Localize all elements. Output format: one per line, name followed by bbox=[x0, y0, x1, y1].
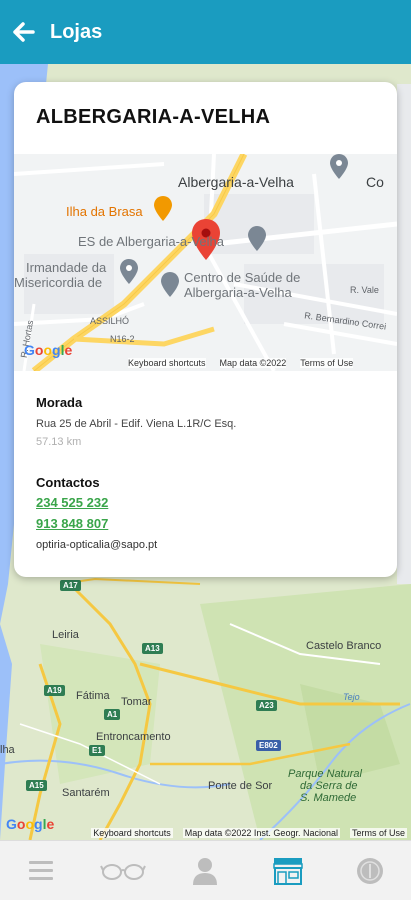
road-shield-a23: A23 bbox=[256, 700, 277, 711]
map-label-tomar: Tomar bbox=[121, 696, 152, 708]
map-label-co: Co bbox=[366, 174, 384, 190]
address-label: Morada bbox=[36, 395, 83, 410]
store-icon bbox=[272, 857, 303, 885]
map-label-irmandade-2: Misericordia de bbox=[14, 275, 103, 290]
map-label-centro-2: Albergaria-a-Velha bbox=[184, 285, 292, 300]
store-name: ALBERGARIA-A-VELHA bbox=[36, 106, 271, 128]
terms-of-use-link[interactable]: Terms of Use bbox=[300, 358, 354, 368]
distance-text: 57.13 km bbox=[36, 436, 82, 448]
contacts-label: Contactos bbox=[36, 475, 100, 490]
terms-of-use-link[interactable]: Terms of Use bbox=[349, 828, 407, 838]
map-label-n162: N16-2 bbox=[110, 334, 135, 344]
map-label-parque-1: Parque Natural bbox=[288, 768, 362, 780]
map-label-es: ES de Albergaria-a-Velha bbox=[78, 234, 224, 249]
map-label-r-vale: R. Vale bbox=[350, 285, 379, 295]
map-label-leiria: Leiria bbox=[52, 629, 79, 641]
map-label-santarem: Santarém bbox=[62, 787, 110, 799]
road-shield-e1: E1 bbox=[89, 745, 105, 756]
app-header: Lojas bbox=[0, 0, 411, 64]
store-map-footer: Keyboard shortcuts Map data ©2022 Terms … bbox=[14, 355, 397, 371]
nav-menu[interactable] bbox=[11, 841, 71, 900]
map-label-tejo: Tejo bbox=[343, 692, 360, 702]
background-map-footer: Keyboard shortcuts Map data ©2022 Inst. … bbox=[0, 826, 411, 840]
page-title: Lojas bbox=[50, 20, 103, 43]
store-location-map[interactable]: Albergaria-a-Velha Co Ilha da Brasa ES d… bbox=[14, 154, 397, 371]
phone-link-1[interactable]: 234 525 232 bbox=[36, 495, 108, 510]
nav-stores[interactable] bbox=[258, 841, 318, 900]
nav-profile[interactable] bbox=[175, 841, 235, 900]
map-label-irmandade-1: Irmandade da bbox=[26, 260, 107, 275]
glasses-icon bbox=[100, 863, 147, 880]
map-label-centro-1: Centro de Saúde de bbox=[184, 270, 301, 285]
road-shield-a19: A19 bbox=[44, 685, 65, 696]
phone-link-2[interactable]: 913 848 807 bbox=[36, 516, 108, 531]
email-text[interactable]: optiria-opticalia@sapo.pt bbox=[36, 539, 157, 551]
map-label-town: Albergaria-a-Velha bbox=[178, 174, 294, 190]
road-shield-e802: E802 bbox=[256, 740, 281, 751]
map-label-entroncamento: Entroncamento bbox=[96, 731, 171, 743]
map-label-fatima: Fátima bbox=[76, 690, 110, 702]
coin-icon bbox=[356, 857, 383, 884]
map-label-castelo-branco: Castelo Branco bbox=[306, 640, 382, 652]
road-shield-a17: A17 bbox=[60, 580, 81, 591]
map-label-ilha-da-brasa: Ilha da Brasa bbox=[66, 204, 143, 219]
map-label-lha: lha bbox=[0, 744, 15, 756]
road-shield-a1: A1 bbox=[104, 709, 121, 720]
nav-points[interactable] bbox=[340, 841, 400, 900]
keyboard-shortcuts-link[interactable]: Keyboard shortcuts bbox=[91, 828, 173, 838]
map-label-parque-3: S. Mamede bbox=[300, 792, 357, 804]
menu-icon bbox=[29, 860, 54, 880]
arrow-left-icon bbox=[13, 22, 35, 42]
bottom-navigation bbox=[0, 840, 411, 900]
address-text: Rua 25 de Abril - Edif. Viena L.1R/C Esq… bbox=[36, 418, 237, 430]
road-shield-a13: A13 bbox=[142, 643, 163, 654]
map-label-parque-2: da Serra de bbox=[300, 780, 358, 792]
back-button[interactable] bbox=[0, 0, 48, 64]
map-data-text: Map data ©2022 Inst. Geogr. Nacional bbox=[182, 828, 340, 838]
keyboard-shortcuts-link[interactable]: Keyboard shortcuts bbox=[128, 358, 206, 368]
user-icon bbox=[193, 857, 218, 885]
map-label-assilho: ASSILHÓ bbox=[90, 316, 130, 326]
map-data-text: Map data ©2022 bbox=[219, 358, 287, 368]
road-shield-a15: A15 bbox=[26, 780, 47, 791]
map-label-ponte-de-sor: Ponte de Sor bbox=[208, 780, 273, 792]
store-card: ALBERGARIA-A-VELHA Albergaria-a-Velha Co… bbox=[14, 82, 397, 577]
nav-glasses[interactable] bbox=[93, 841, 153, 900]
